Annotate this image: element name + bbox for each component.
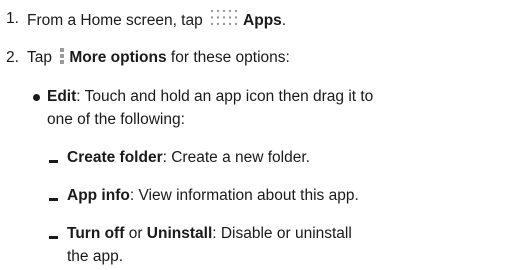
edit-item-line-1: Edit: Touch and hold an app icon then dr… <box>47 86 373 108</box>
create-folder-text: : Create a new folder. <box>162 149 310 166</box>
apps-grid-icon <box>209 8 240 34</box>
edit-text: : Touch and hold an app icon then drag i… <box>76 88 374 105</box>
apps-label: Apps <box>243 12 282 29</box>
more-options-icon <box>59 47 65 72</box>
create-folder-label: Create folder <box>67 149 163 166</box>
step-2-number: 2. <box>6 49 19 66</box>
step-2-text: Tap <box>27 49 52 66</box>
bullet-icon <box>33 94 40 101</box>
step-1: From a Home screen, tap Apps. <box>27 8 286 34</box>
step-1-text: From a Home screen, tap <box>27 12 203 29</box>
step-1-period: . <box>281 12 287 29</box>
step-1-number: 1. <box>6 10 19 27</box>
create-folder-item: Create folder: Create a new folder. <box>67 147 310 169</box>
edit-label: Edit <box>47 88 77 105</box>
dash-icon <box>49 198 58 201</box>
app-info-label: App info <box>67 187 130 204</box>
app-info-text: : View information about this app. <box>129 187 359 204</box>
or-text: or <box>124 225 147 242</box>
turn-off-label: Turn off <box>67 225 125 242</box>
edit-item-line-2: one of the following: <box>47 111 185 128</box>
step-2-rest: for these options: <box>166 49 290 66</box>
turn-off-item-line-1: Turn off or Uninstall: Disable or uninst… <box>67 223 352 245</box>
turn-off-text: : Disable or uninstall <box>212 225 352 242</box>
turn-off-item-line-2: the app. <box>67 248 124 265</box>
dash-icon <box>49 160 58 163</box>
app-info-item: App info: View information about this ap… <box>67 185 359 207</box>
step-2: Tap More options for these options: <box>27 47 290 72</box>
uninstall-label: Uninstall <box>146 225 213 242</box>
dash-icon <box>49 236 58 239</box>
more-options-label: More options <box>69 49 167 66</box>
